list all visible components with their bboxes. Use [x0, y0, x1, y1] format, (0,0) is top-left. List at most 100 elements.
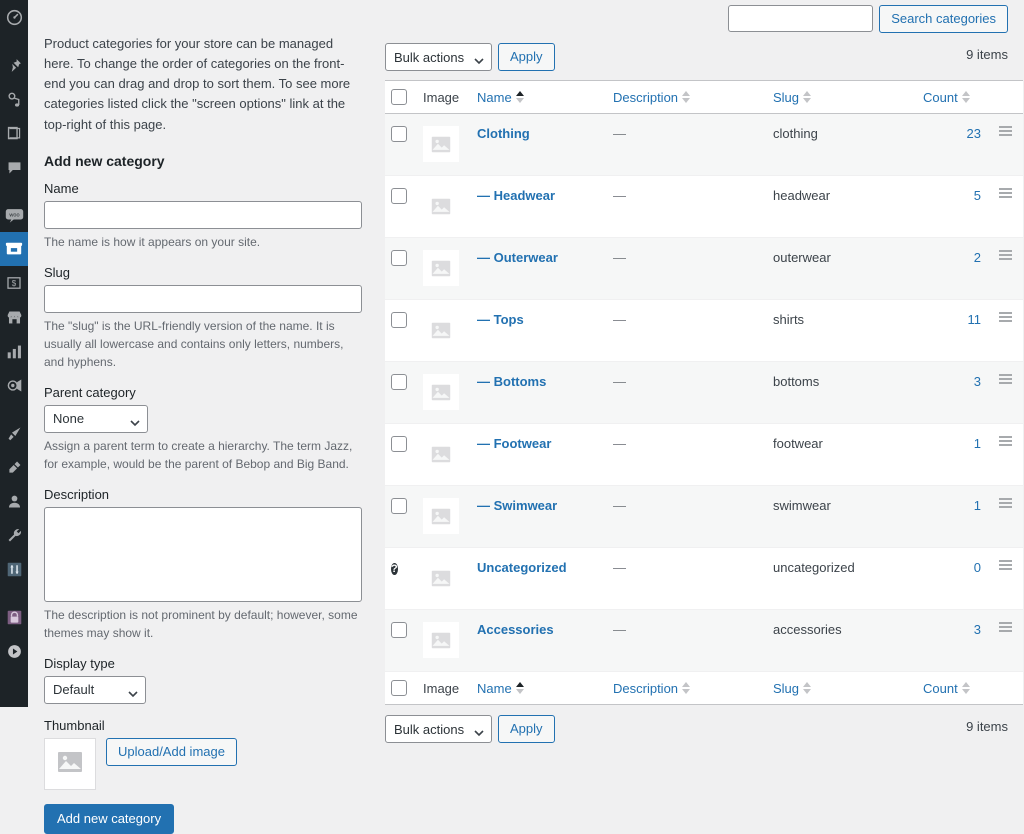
sidebar-item-plugins[interactable] [0, 450, 28, 484]
drag-handle-icon[interactable] [998, 250, 1012, 262]
row-checkbox[interactable] [391, 436, 407, 452]
sort-by-description-footer[interactable]: Description [613, 681, 691, 696]
sidebar-item-security[interactable] [0, 600, 28, 634]
sidebar-item-tools[interactable] [0, 518, 28, 552]
row-checkbox[interactable] [391, 498, 407, 514]
sidebar-item-posts[interactable] [0, 48, 28, 82]
select-all-checkbox-top[interactable] [391, 89, 407, 105]
drag-handle-icon[interactable] [998, 436, 1012, 448]
sidebar-item-dashboard[interactable] [0, 0, 28, 34]
category-name-link[interactable]: — Headwear [477, 188, 555, 203]
name-help-text: The name is how it appears on your site. [44, 234, 261, 249]
column-footer-name[interactable]: Name [471, 671, 607, 705]
column-footer-count[interactable]: Count [917, 671, 987, 705]
category-count-link[interactable]: 5 [974, 188, 981, 203]
display-type-select[interactable]: Default [44, 675, 146, 704]
help-icon[interactable]: ? [391, 563, 398, 575]
row-select-cell [385, 113, 417, 176]
drag-handle-icon[interactable] [998, 498, 1012, 510]
parent-category-select[interactable]: None [44, 404, 148, 433]
category-count-link[interactable]: 1 [974, 498, 981, 513]
sidebar-item-analytics[interactable] [0, 334, 28, 368]
category-count-link[interactable]: 1 [974, 436, 981, 451]
table-row: — Swimwear — swimwear 1 [385, 485, 1023, 548]
category-name-link[interactable]: — Tops [477, 312, 524, 327]
sidebar-item-settings[interactable] [0, 552, 28, 586]
category-name-link[interactable]: Uncategorized [477, 560, 567, 575]
category-name-link[interactable]: — Footwear [477, 436, 551, 451]
table-row: Accessories — accessories 3 [385, 609, 1023, 672]
drag-handle-icon[interactable] [998, 312, 1012, 324]
category-count-link[interactable]: 3 [974, 374, 981, 389]
sidebar-item-store[interactable] [0, 300, 28, 334]
name-input[interactable] [44, 200, 362, 229]
sidebar-item-media[interactable] [0, 82, 28, 116]
pin-icon [6, 57, 23, 74]
add-new-category-button[interactable]: Add new category [44, 803, 175, 834]
sidebar-item-comments[interactable] [0, 150, 28, 184]
column-header-slug[interactable]: Slug [767, 80, 917, 114]
media-icon [6, 91, 23, 108]
row-description-cell: — [607, 299, 767, 362]
sort-by-count-footer[interactable]: Count [923, 681, 970, 696]
sort-by-count[interactable]: Count [923, 90, 970, 105]
sidebar-item-woocommerce[interactable]: woo [0, 198, 28, 232]
bulk-actions-select-top[interactable]: Bulk actions [385, 43, 492, 71]
drag-handle-icon[interactable] [998, 126, 1012, 138]
category-name-link[interactable]: Clothing [477, 126, 530, 141]
category-name-link[interactable]: Accessories [477, 622, 554, 637]
sidebar-item-marketing[interactable] [0, 368, 28, 402]
category-count-link[interactable]: 2 [974, 250, 981, 265]
category-description: — [613, 126, 626, 141]
row-checkbox[interactable] [391, 188, 407, 204]
bulk-actions-select-wrap-bottom: Bulk actions [385, 715, 492, 743]
sort-by-slug[interactable]: Slug [773, 90, 812, 105]
sidebar-item-payments[interactable]: $ [0, 266, 28, 300]
category-count-link[interactable]: 0 [974, 560, 981, 575]
category-slug: swimwear [773, 498, 831, 513]
row-checkbox[interactable] [391, 126, 407, 142]
row-checkbox[interactable] [391, 312, 407, 328]
drag-handle-icon[interactable] [998, 560, 1012, 572]
category-name-link[interactable]: — Swimwear [477, 498, 557, 513]
category-name-link[interactable]: — Outerwear [477, 250, 558, 265]
category-name-link[interactable]: — Bottoms [477, 374, 546, 389]
sidebar-item-users[interactable] [0, 484, 28, 518]
column-header-count[interactable]: Count [917, 80, 987, 114]
row-count-cell: 5 [917, 175, 987, 238]
search-categories-button[interactable]: Search categories [879, 5, 1008, 33]
select-all-checkbox-bottom[interactable] [391, 680, 407, 696]
column-header-name[interactable]: Name [471, 80, 607, 114]
category-count-link[interactable]: 23 [967, 126, 981, 141]
upload-add-image-button[interactable]: Upload/Add image [106, 737, 237, 766]
sort-by-name[interactable]: Name [477, 90, 524, 105]
sort-by-description[interactable]: Description [613, 90, 691, 105]
sort-by-slug-footer[interactable]: Slug [773, 681, 812, 696]
category-count-link[interactable]: 3 [974, 622, 981, 637]
column-header-description[interactable]: Description [607, 80, 767, 114]
sidebar-item-products[interactable] [0, 232, 36, 266]
search-input[interactable] [728, 5, 874, 32]
bulk-actions-select-bottom[interactable]: Bulk actions [385, 715, 492, 743]
store-icon [6, 309, 23, 326]
money-icon: $ [6, 275, 22, 291]
category-count-link[interactable]: 11 [968, 312, 982, 327]
drag-handle-icon[interactable] [998, 374, 1012, 386]
row-checkbox[interactable] [391, 250, 407, 266]
category-description: — [613, 436, 626, 451]
sort-by-name-footer[interactable]: Name [477, 681, 524, 696]
row-checkbox[interactable] [391, 622, 407, 638]
sidebar-item-pages[interactable] [0, 116, 28, 150]
apply-button-bottom[interactable]: Apply [498, 715, 555, 743]
apply-button-top[interactable]: Apply [498, 43, 555, 71]
sidebar-item-appearance[interactable] [0, 416, 28, 450]
row-image-cell [417, 113, 471, 176]
drag-handle-icon[interactable] [998, 188, 1012, 200]
row-checkbox[interactable] [391, 374, 407, 390]
sidebar-item-player[interactable] [0, 634, 28, 668]
column-footer-description[interactable]: Description [607, 671, 767, 705]
drag-handle-icon[interactable] [998, 622, 1012, 634]
column-footer-slug[interactable]: Slug [767, 671, 917, 705]
description-textarea[interactable] [44, 506, 362, 602]
slug-input[interactable] [44, 284, 362, 313]
